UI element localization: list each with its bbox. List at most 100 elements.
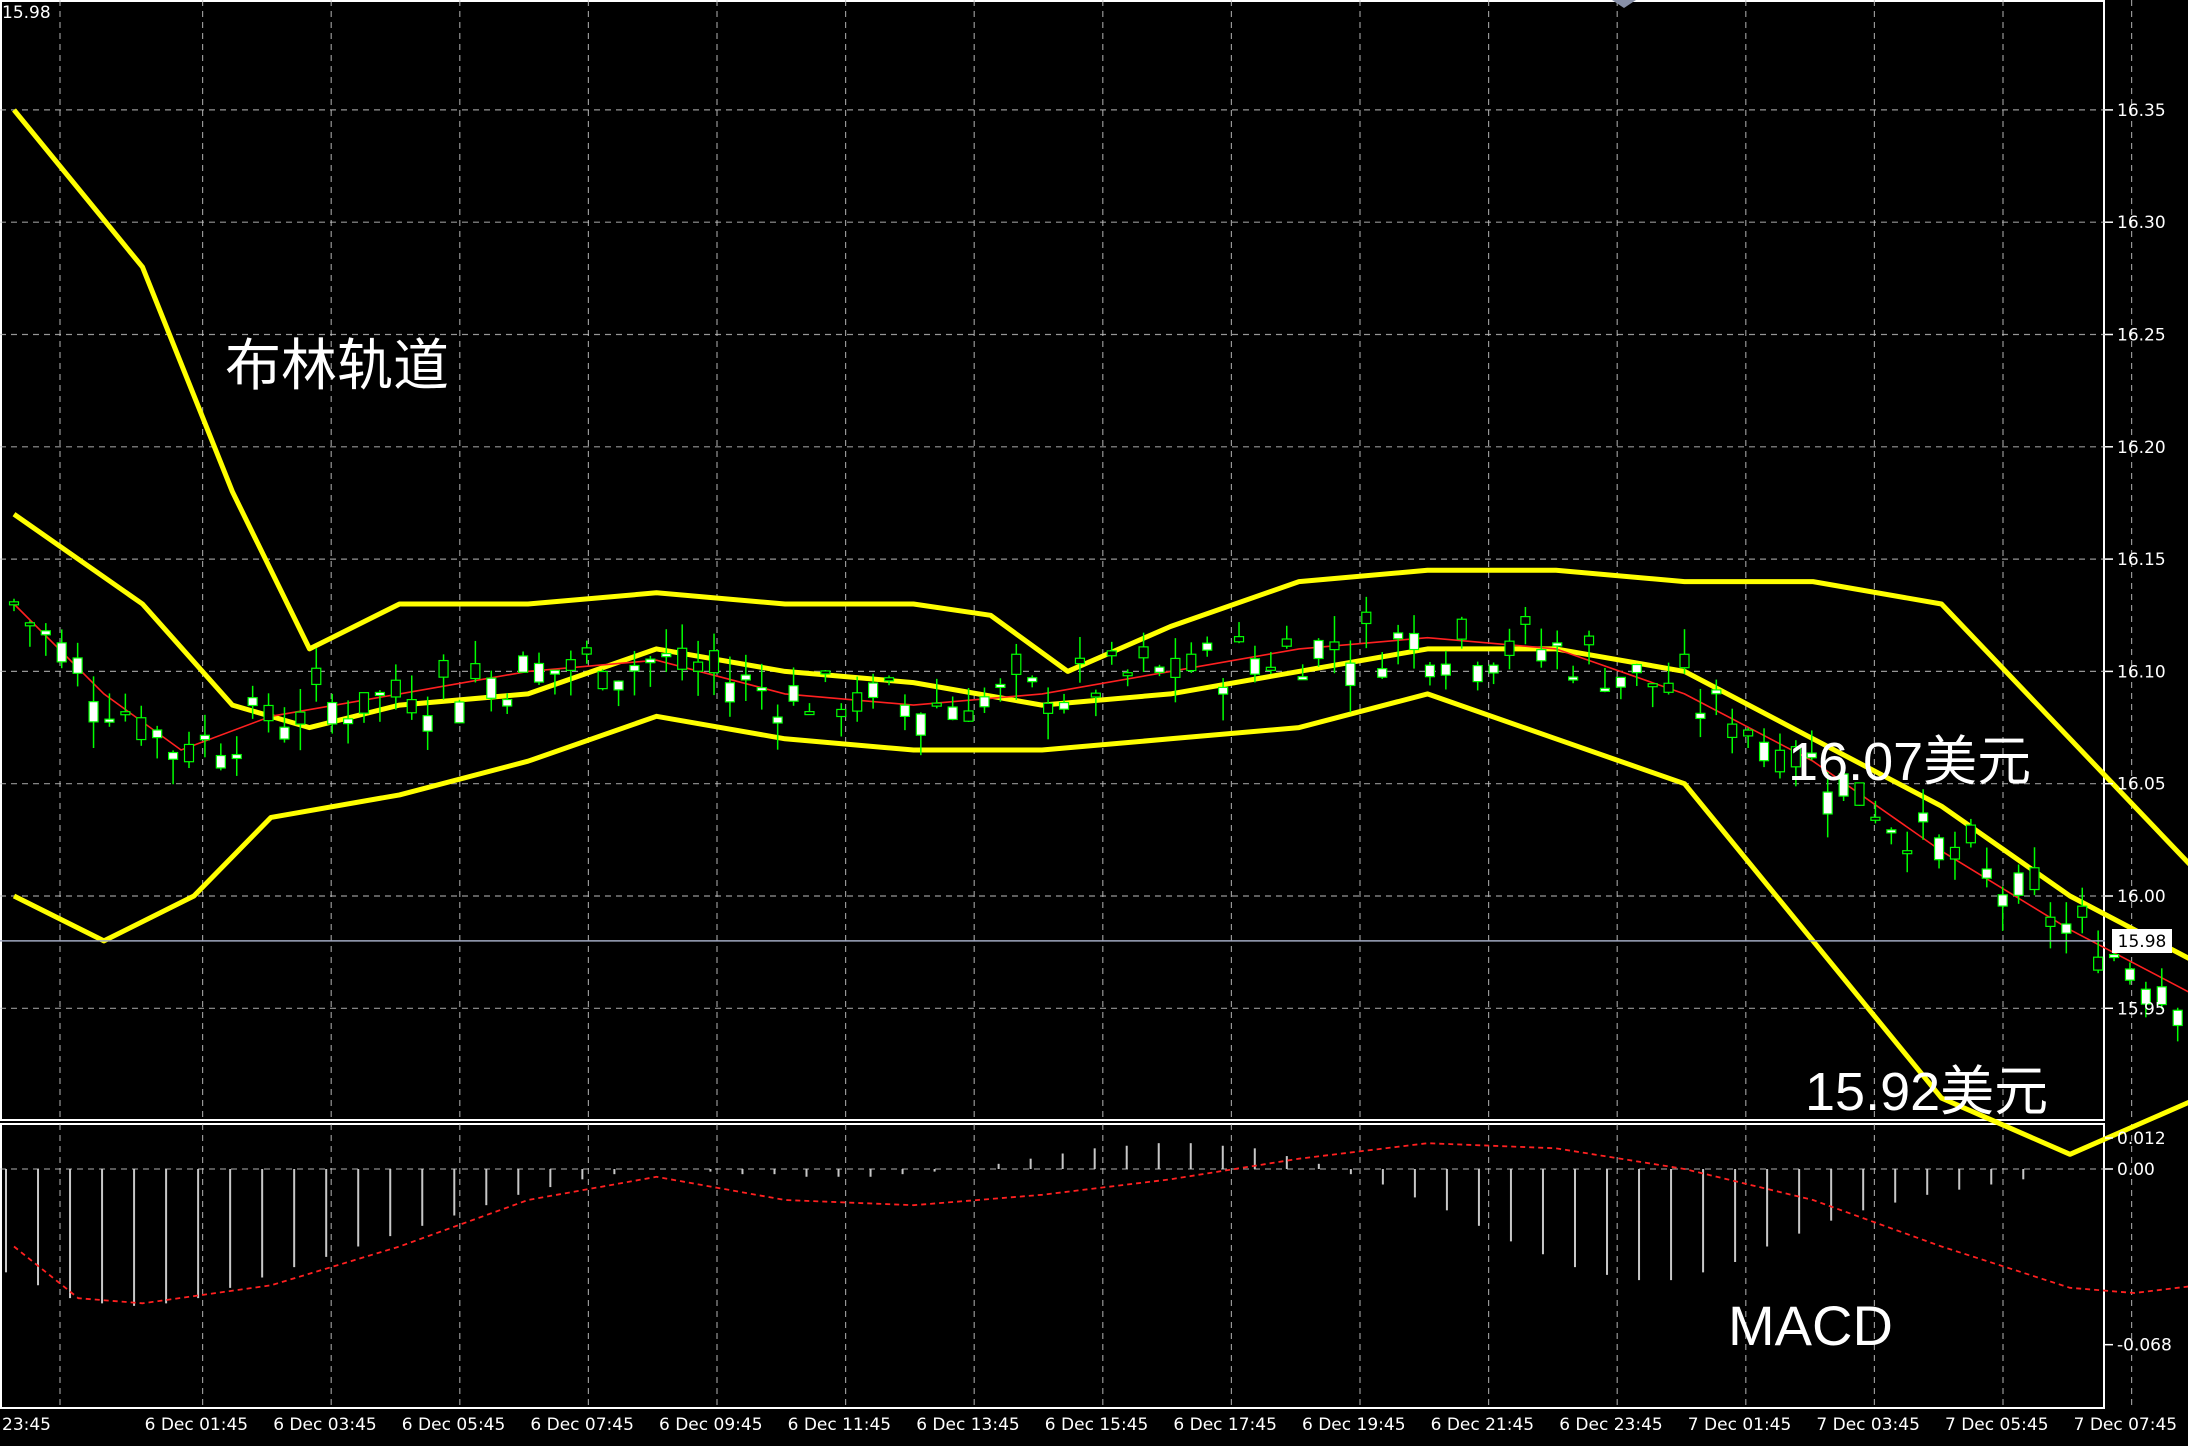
candle-body (708, 650, 720, 674)
candle-body (1997, 894, 2008, 907)
candle-body (1058, 701, 1070, 710)
candle-body (1361, 611, 1372, 625)
time-tick-label: 6 Dec 21:45 (1431, 1415, 1535, 1435)
candle-body (1218, 686, 1229, 695)
candle-body (1870, 816, 1881, 821)
candle-body (152, 729, 163, 739)
candle-body (1011, 653, 1022, 675)
price-tick-label: 16.30 (2117, 213, 2166, 233)
candle-body (1536, 649, 1547, 662)
candle-body (2013, 872, 2024, 896)
price-chart: 16.35 16.30 16.25 16.20 16.15 16.10 16.05 16.00… (0, 0, 2188, 1446)
candle-body (279, 726, 290, 740)
time-axis: 23:45 6 Dec 01:45 6 Dec 03:45 6 Dec 05:45 6 … (2, 1415, 2177, 1435)
time-tick-label: 7 Dec 03:45 (1816, 1415, 1920, 1435)
candle-body (1408, 632, 1420, 651)
candle-body (215, 754, 226, 769)
candle-body (374, 691, 386, 697)
candle-body (40, 630, 51, 636)
candle-body (1297, 676, 1308, 681)
time-tick-label: 6 Dec 03:45 (273, 1415, 377, 1435)
price-tick-label: 16.00 (2117, 887, 2166, 907)
candle-body (533, 662, 545, 683)
candle-body (2124, 968, 2136, 981)
time-tick-label: 6 Dec 19:45 (1302, 1415, 1406, 1435)
candle-body (947, 706, 958, 721)
candle-body (1615, 676, 1626, 688)
candle-body (979, 696, 990, 708)
candle-body (661, 653, 672, 658)
candle-body (868, 682, 879, 699)
candle-body (1949, 846, 1961, 860)
candle-body (438, 659, 449, 678)
candle-body (1472, 664, 1483, 683)
candle-body (454, 701, 465, 724)
candle-body (1631, 663, 1642, 674)
time-tick-label: 6 Dec 15:45 (1045, 1415, 1149, 1435)
candle-body (820, 670, 831, 675)
candle-body (1583, 635, 1595, 646)
candle-body (1568, 676, 1579, 681)
candle-body (1249, 658, 1261, 675)
time-tick-label: 7 Dec 05:45 (1945, 1415, 2049, 1435)
candle-body (104, 718, 115, 723)
candle-body (72, 657, 83, 674)
candle-body (1727, 723, 1738, 739)
candle-body (2061, 923, 2072, 934)
candle-body (756, 687, 767, 692)
candle-body (788, 685, 799, 702)
candle-body (422, 715, 433, 732)
candle-body (1154, 666, 1165, 673)
candle-body (1027, 677, 1038, 683)
candle-body (390, 679, 401, 698)
macd-tick-label: -0.068 (2117, 1336, 2172, 1356)
candle-body (167, 751, 179, 760)
price-tick-label: 16.10 (2117, 662, 2166, 682)
current-price-label: 15.98 (2118, 932, 2167, 952)
candle-body (1122, 672, 1133, 677)
macd-annotation: MACD (1728, 1294, 1893, 1357)
candle-body (88, 701, 99, 723)
candle-body (183, 743, 195, 763)
candle-body (597, 670, 608, 690)
candle-body (1599, 687, 1611, 692)
candle-body (486, 677, 497, 699)
candle-body (1504, 640, 1515, 657)
price-tick-label: 16.15 (2117, 550, 2166, 570)
candle-body (963, 710, 974, 722)
candle-body (613, 680, 624, 691)
candle-body (1933, 837, 1945, 861)
candle-body (883, 677, 895, 682)
candle-body (1822, 791, 1833, 815)
candle-body (1170, 657, 1181, 679)
candle-body (1743, 729, 1754, 737)
time-tick-label: 7 Dec 07:45 (2074, 1415, 2178, 1435)
time-tick-label: 6 Dec 23:45 (1559, 1415, 1663, 1435)
price-tick-label: 16.20 (2117, 438, 2166, 458)
macd-tick-label: 0.00 (2117, 1160, 2155, 1180)
candle-body (1456, 618, 1467, 640)
candle-body (502, 698, 513, 707)
candle-body (1488, 664, 1499, 674)
bollinger-annotation: 布林轨道 (225, 334, 449, 397)
candle-body (358, 692, 370, 714)
price-tick-label: 16.25 (2117, 326, 2166, 346)
candle-body (295, 711, 306, 725)
candle-body (56, 642, 67, 663)
time-tick-label: 6 Dec 09:45 (659, 1415, 763, 1435)
candle-body (1424, 664, 1436, 678)
candle-body (915, 713, 926, 736)
candle-body (1377, 668, 1388, 678)
candle-body (1074, 657, 1086, 665)
candle-body (231, 753, 242, 760)
price-tick-label: 16.35 (2117, 101, 2166, 121)
candle-body (136, 717, 147, 741)
candle-body (549, 669, 561, 675)
candle-body (1313, 639, 1324, 660)
candle-body (1393, 632, 1404, 640)
candle-body (1981, 868, 1992, 879)
candle-body (740, 674, 751, 681)
candle-body (327, 701, 338, 725)
upper-price-annotation: 16.07美元 (1788, 732, 2031, 792)
candle-body (772, 716, 783, 724)
